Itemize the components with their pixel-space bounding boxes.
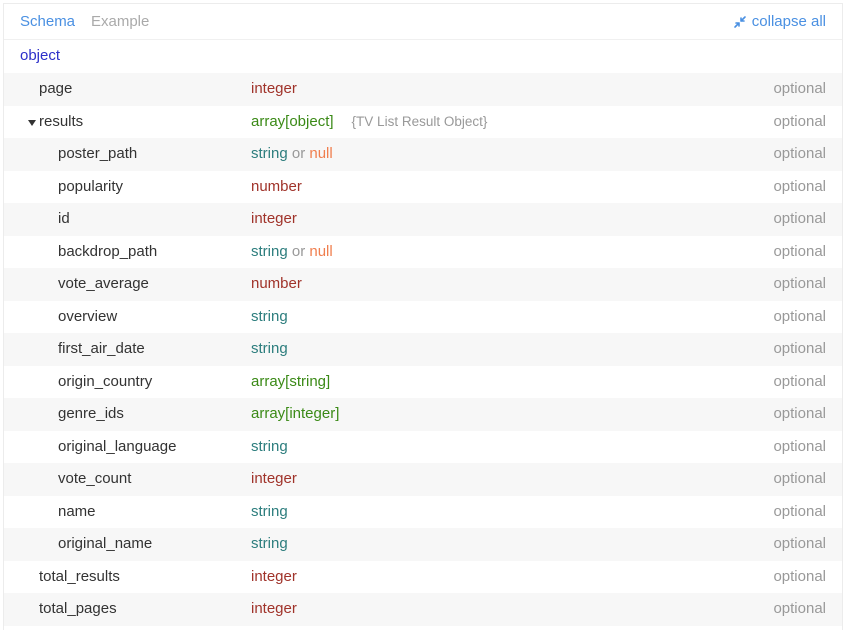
field-name: popularity bbox=[58, 177, 124, 195]
field-name: original_name bbox=[58, 535, 153, 552]
type-or: or bbox=[291, 145, 306, 162]
optional-label: optional bbox=[773, 210, 826, 227]
type-or: or bbox=[291, 242, 306, 260]
field-name: id bbox=[58, 210, 70, 227]
field-name: first_air_date bbox=[58, 340, 145, 357]
collapse-all-label: collapse all bbox=[751, 13, 826, 30]
field-name[interactable]: results bbox=[39, 106, 83, 139]
optional-label: optional bbox=[773, 80, 826, 97]
field-name: vote_average bbox=[58, 275, 149, 292]
field-type: integer bbox=[251, 470, 297, 487]
tab-bar: Schema Example collapse all bbox=[4, 4, 842, 40]
field-type: integer bbox=[251, 567, 297, 585]
field-type-null: null bbox=[309, 242, 333, 260]
field-type: number bbox=[251, 177, 302, 195]
field-type: integer bbox=[251, 80, 297, 97]
field-name: total_results bbox=[39, 567, 120, 585]
schema-row-results[interactable]: results array[object] {TV List Result Obj… bbox=[4, 106, 842, 139]
collapse-arrows-icon bbox=[733, 15, 746, 28]
caret-down-icon[interactable] bbox=[27, 118, 37, 128]
schema-row-origin-country: origin_country array[string] optional bbox=[4, 366, 842, 399]
field-name: origin_country bbox=[58, 372, 153, 390]
schema-row-vote-average: vote_average number optional bbox=[4, 268, 842, 301]
optional-label: optional bbox=[773, 437, 826, 455]
field-name: genre_ids bbox=[58, 405, 124, 422]
type-reference: {TV List Result Object} bbox=[351, 113, 488, 129]
field-type: string bbox=[251, 307, 288, 325]
schema-row-overview: overview string optional bbox=[4, 301, 842, 334]
field-type: string bbox=[251, 535, 288, 552]
schema-row-first-air-date: first_air_date string optional bbox=[4, 333, 842, 366]
field-type: array[string] bbox=[251, 372, 331, 390]
schema-row-poster-path: poster_path string or null optional bbox=[4, 138, 842, 171]
optional-label: optional bbox=[773, 567, 826, 585]
field-type-value: string bbox=[251, 145, 288, 162]
optional-label: optional bbox=[773, 242, 826, 260]
schema-row-total-pages: total_pages integer optional bbox=[4, 593, 842, 626]
schema-row-backdrop-path: backdrop_path string or null optional bbox=[4, 236, 842, 269]
field-name: vote_count bbox=[58, 470, 132, 487]
schema-row-vote-count: vote_count integer optional bbox=[4, 463, 842, 496]
field-name: original_language bbox=[58, 437, 177, 455]
schema-panel: Schema Example collapse all object page … bbox=[3, 3, 843, 630]
optional-label: optional bbox=[773, 600, 826, 617]
field-type-value: string bbox=[251, 242, 288, 260]
field-name: page bbox=[39, 80, 73, 97]
field-type: array[integer] bbox=[251, 405, 340, 422]
field-type: integer bbox=[251, 600, 297, 617]
field-type: string bbox=[251, 437, 288, 455]
optional-label: optional bbox=[773, 177, 826, 195]
field-type-value: array[object] bbox=[251, 112, 334, 130]
field-type: array[object] {TV List Result Object} bbox=[251, 106, 487, 139]
field-type-null: null bbox=[309, 145, 333, 162]
field-type: string bbox=[251, 502, 288, 520]
root-type-label: object bbox=[20, 47, 61, 64]
field-type: integer bbox=[251, 210, 297, 227]
optional-label: optional bbox=[773, 340, 826, 357]
field-type: string bbox=[251, 340, 288, 357]
optional-label: optional bbox=[773, 372, 826, 390]
optional-label: optional bbox=[773, 535, 826, 552]
optional-label: optional bbox=[773, 275, 826, 292]
schema-row-page: page integer optional bbox=[4, 73, 842, 106]
optional-label: optional bbox=[773, 307, 826, 325]
optional-label: optional bbox=[773, 470, 826, 487]
tab-schema[interactable]: Schema bbox=[20, 13, 75, 30]
tab-example[interactable]: Example bbox=[91, 13, 149, 30]
field-type: string or null bbox=[251, 236, 333, 269]
optional-label: optional bbox=[773, 405, 826, 422]
field-type: number bbox=[251, 275, 302, 292]
schema-row-name: name string optional bbox=[4, 496, 842, 529]
schema-row-original-name: original_name string optional bbox=[4, 528, 842, 561]
schema-row-id: id integer optional bbox=[4, 203, 842, 236]
field-type: string or null bbox=[251, 138, 333, 171]
schema-row-original-language: original_language string optional bbox=[4, 431, 842, 464]
field-name: backdrop_path bbox=[58, 242, 158, 260]
schema-row-total-results: total_results integer optional bbox=[4, 561, 842, 594]
field-name: overview bbox=[58, 307, 118, 325]
collapse-all-button[interactable]: collapse all bbox=[733, 13, 826, 30]
schema-row-genre-ids: genre_ids array[integer] optional bbox=[4, 398, 842, 431]
field-name: poster_path bbox=[58, 145, 138, 162]
optional-label: optional bbox=[773, 112, 826, 130]
schema-rows: page integer optional results array[obje… bbox=[4, 73, 842, 626]
optional-label: optional bbox=[773, 145, 826, 162]
field-name: name bbox=[58, 502, 96, 520]
schema-row-popularity: popularity number optional bbox=[4, 171, 842, 204]
field-name: total_pages bbox=[39, 600, 117, 617]
optional-label: optional bbox=[773, 502, 826, 520]
